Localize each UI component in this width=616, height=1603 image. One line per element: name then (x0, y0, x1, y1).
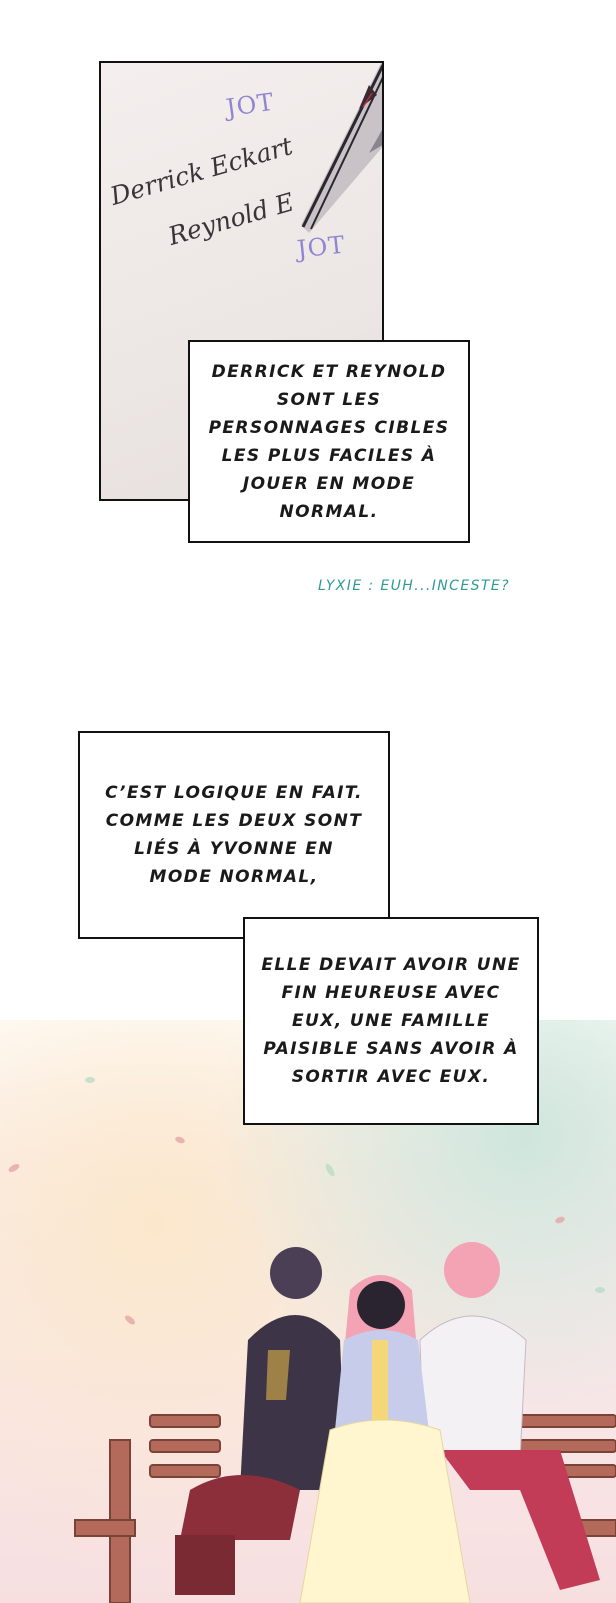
caption-box-logic: C’est logique en fait. Comme les deux so… (78, 731, 390, 939)
caption-text: Derrick et Reynold sont les personnages … (208, 361, 450, 522)
caption-box-target-characters: Derrick et Reynold sont les personnages … (188, 340, 470, 543)
fountain-pen-icon (301, 63, 382, 233)
caption-box-happy-ending: elle devait avoir une fin heureuse avec … (243, 917, 539, 1125)
jot-stamp-bottom: JOT (295, 230, 347, 264)
caption-text: elle devait avoir une fin heureuse avec … (261, 955, 521, 1087)
caption-text: C’est logique en fait. Comme les deux so… (105, 783, 363, 887)
translator-note: LYXIE : EUH...INCESTE? (318, 578, 510, 594)
